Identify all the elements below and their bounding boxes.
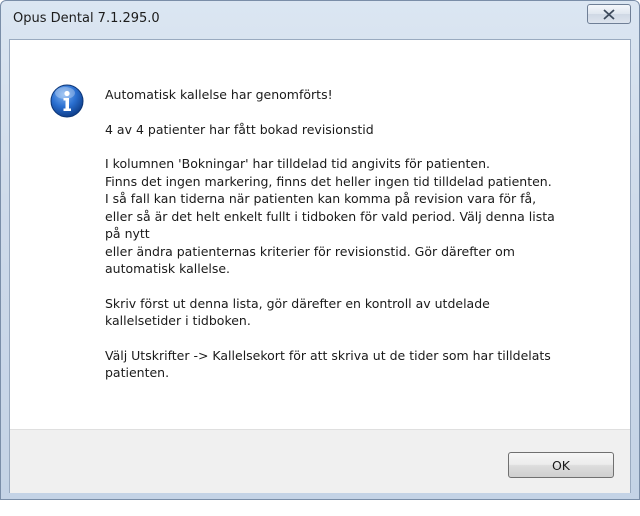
message-line: automatisk kallelse. xyxy=(105,261,231,276)
info-icon xyxy=(50,84,84,118)
message-paragraph-3: Välj Utskrifter -> Kallelsekort för att … xyxy=(105,347,615,382)
message-text: Automatisk kallelse har genomförts! 4 av… xyxy=(105,86,615,399)
message-line: Välj Utskrifter -> Kallelsekort för att … xyxy=(105,347,551,363)
message-line: på nytt xyxy=(105,226,150,241)
message-paragraph-1: I kolumnen 'Bokningar' har tilldelad tid… xyxy=(105,155,615,278)
message-area: Automatisk kallelse har genomförts! 4 av… xyxy=(10,40,630,430)
message-heading: Automatisk kallelse har genomförts! xyxy=(105,87,333,102)
message-paragraph-2: Skriv först ut denna lista, gör därefter… xyxy=(105,295,615,330)
dialog-window: Opus Dental 7.1.295.0 Automatisk kallels… xyxy=(0,0,640,500)
dialog-client-area: Automatisk kallelse har genomförts! 4 av… xyxy=(9,39,631,493)
window-title: Opus Dental 7.1.295.0 xyxy=(13,11,160,26)
message-line: patienten. xyxy=(105,365,170,380)
title-bar[interactable]: Opus Dental 7.1.295.0 xyxy=(1,1,639,39)
message-line: I så fall kan tiderna när patienten kan … xyxy=(105,191,537,206)
close-button[interactable] xyxy=(587,4,631,24)
message-line: I kolumnen 'Bokningar' har tilldelad tid… xyxy=(105,156,490,171)
message-line: eller så är det helt enkelt fullt i tidb… xyxy=(105,208,555,224)
ok-button[interactable]: OK xyxy=(508,452,614,478)
message-line: eller ändra patienternas kriterier för r… xyxy=(105,243,515,259)
close-icon xyxy=(603,8,615,20)
message-line: Finns det ingen markering, finns det hel… xyxy=(105,173,552,189)
button-bar: OK xyxy=(10,429,630,493)
message-summary: 4 av 4 patienter har fått bokad revision… xyxy=(105,121,374,137)
message-line: kallelsetider i tidboken. xyxy=(105,313,251,328)
message-line: Skriv först ut denna lista, gör därefter… xyxy=(105,295,490,311)
